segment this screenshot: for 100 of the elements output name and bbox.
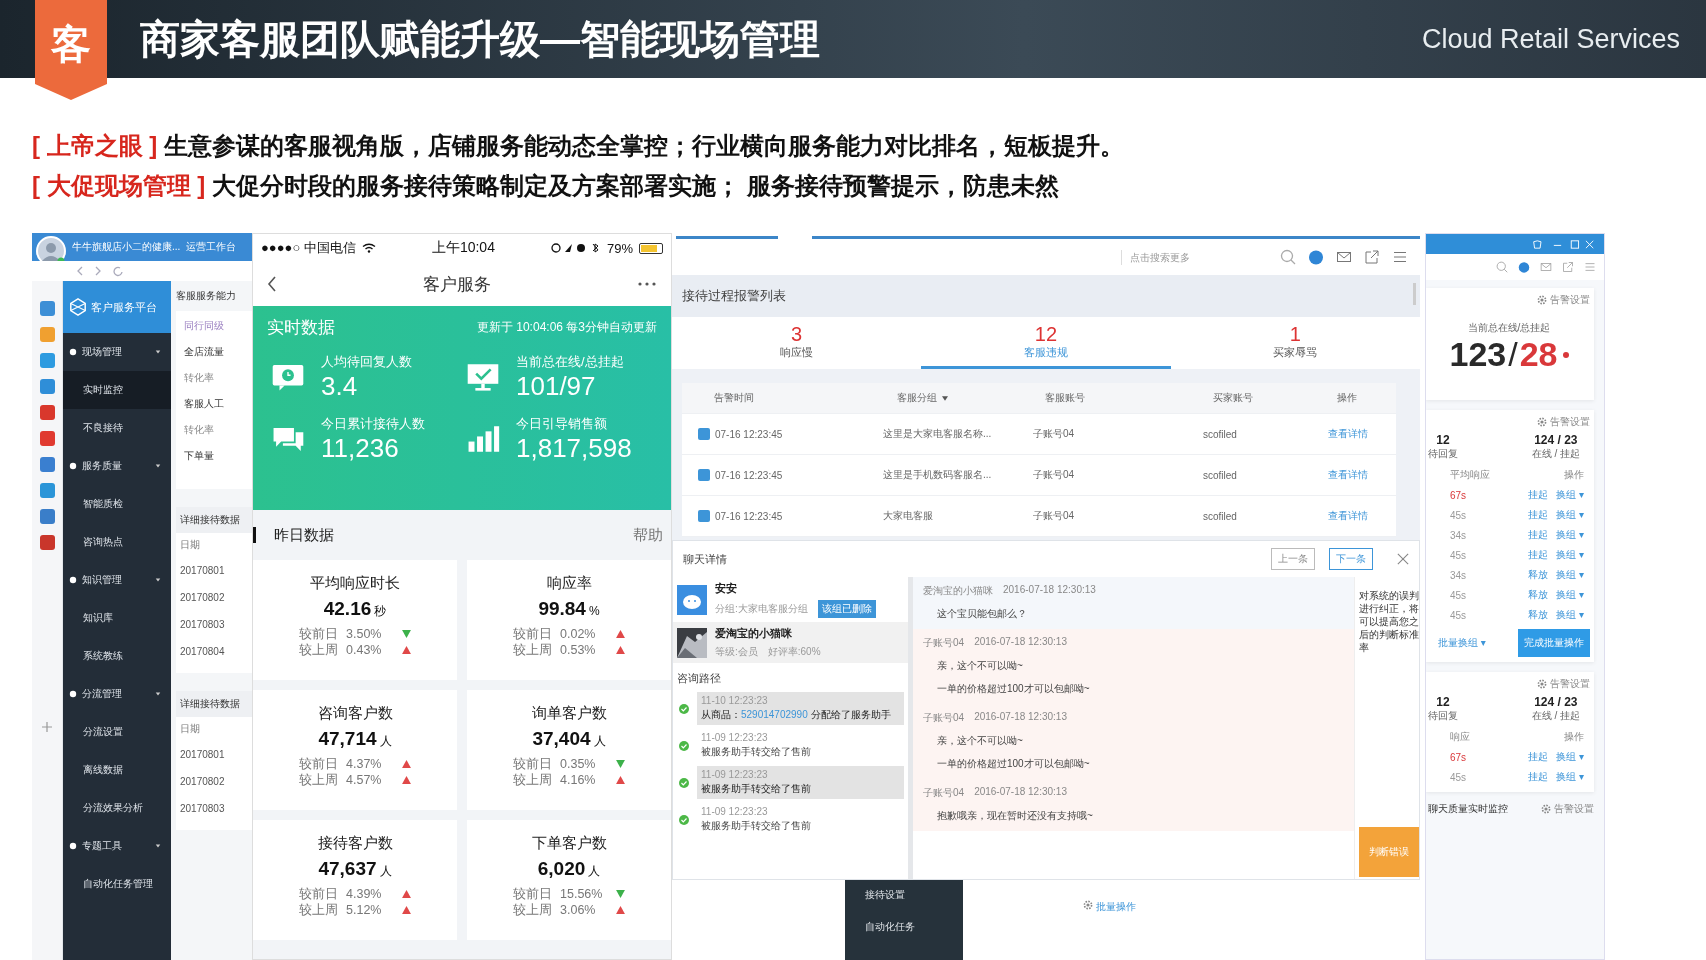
action-link[interactable]: 换组 ▾ — [1556, 750, 1584, 764]
previous-button[interactable]: 上一条 — [1271, 548, 1315, 570]
nav-item[interactable]: 实时监控 — [63, 371, 171, 409]
nav-group[interactable]: 现场管理 — [63, 333, 171, 371]
batch-link[interactable]: 批量操作 — [1096, 900, 1136, 914]
help-link[interactable]: 帮助 — [633, 525, 663, 545]
column-header[interactable]: 客服分组 — [896, 391, 1046, 405]
action-link[interactable]: 换组 ▾ — [1556, 568, 1584, 582]
window-title: 聊天详情 — [683, 551, 727, 567]
action-link[interactable]: 挂起 — [1528, 488, 1549, 502]
menu-item[interactable]: 接待设置 — [865, 888, 963, 902]
nav-group[interactable]: 分流管理 — [63, 675, 171, 713]
nav-item[interactable]: 分流效果分析 — [63, 789, 171, 827]
alert-settings-link[interactable]: 告警设置 — [1554, 802, 1594, 816]
scrollbar[interactable] — [1413, 283, 1416, 305]
metric-label: 转化率 — [184, 371, 215, 385]
app-icon[interactable] — [39, 457, 55, 472]
app-icon[interactable] — [39, 509, 55, 524]
nav-item[interactable]: 咨询热点 — [63, 523, 171, 561]
mail-icon[interactable] — [1336, 249, 1352, 265]
app-icon[interactable] — [39, 379, 55, 394]
alert-settings-link[interactable]: 告警设置 — [1550, 677, 1590, 691]
search-icon[interactable] — [1280, 249, 1296, 265]
external-link-icon[interactable] — [1562, 261, 1574, 273]
finish-button[interactable]: 完成批量操作 — [1518, 629, 1590, 657]
unit-label: 人 — [593, 733, 606, 750]
customer-row[interactable]: 爱淘宝的小猫咪 等级:会员 好评率:60% — [673, 622, 908, 663]
action-link[interactable]: 释放 — [1528, 608, 1549, 622]
path-entry[interactable]: 11-09 12:23:23 被服务助手转交给了售前 — [697, 766, 904, 799]
search-icon[interactable] — [1496, 261, 1508, 273]
settings-icon[interactable] — [1537, 417, 1547, 427]
action-link[interactable]: 释放 — [1528, 588, 1549, 602]
nav-item[interactable]: 系统教练 — [63, 637, 171, 675]
nav-item[interactable]: 分流设置 — [63, 713, 171, 751]
action-link[interactable]: 释放 — [1528, 568, 1549, 582]
settings-icon[interactable] — [1083, 900, 1093, 910]
metric-label: 全店流量 — [184, 345, 225, 359]
app-icon[interactable] — [39, 301, 55, 316]
details-link[interactable]: 查看详情 — [1328, 468, 1368, 482]
window-controls-icon[interactable] — [1530, 238, 1596, 250]
batch-link[interactable]: 批量换组 ▾ — [1428, 636, 1486, 650]
column-header: 告警时间 — [713, 391, 755, 405]
alert-tab[interactable]: 1 买家辱骂 — [1170, 317, 1420, 369]
action-link[interactable]: 换组 ▾ — [1556, 508, 1584, 522]
nav-group[interactable]: 服务质量 — [63, 447, 171, 485]
settings-icon[interactable] — [1537, 295, 1547, 305]
app-icon[interactable] — [39, 535, 55, 550]
action-link[interactable]: 换组 ▾ — [1556, 588, 1584, 602]
app-icon[interactable] — [39, 483, 55, 498]
nav-item[interactable]: 智能质检 — [63, 485, 171, 523]
menu-item[interactable]: 自动化任务 — [865, 920, 963, 934]
alert-tab[interactable]: 3 响应慢 — [672, 317, 922, 369]
details-link[interactable]: 查看详情 — [1328, 427, 1368, 441]
misjudgment-button[interactable]: 判断错误 — [1359, 827, 1419, 877]
path-entry[interactable]: 11-09 12:23:23 被服务助手转交给了售前 — [697, 729, 904, 762]
compare-label: 较上周 — [299, 642, 338, 658]
path-entry[interactable]: 11-09 12:23:23 被服务助手转交给了售前 — [697, 803, 904, 836]
stat-label: 在线 / 挂起 — [1531, 447, 1580, 461]
external-link-icon[interactable] — [1364, 249, 1380, 265]
nav-item[interactable]: 自动化任务管理 — [63, 865, 171, 903]
card-title: 询单客户数 — [531, 704, 607, 723]
nav-item[interactable]: 离线数据 — [63, 751, 171, 789]
action-link[interactable]: 挂起 — [1528, 508, 1549, 522]
alert-settings-link[interactable]: 告警设置 — [1550, 415, 1590, 429]
action-link[interactable]: 挂起 — [1528, 750, 1549, 764]
action-link[interactable]: 换组 ▾ — [1556, 488, 1584, 502]
workspace-tab[interactable]: 运营工作台 — [186, 240, 237, 254]
settings-icon[interactable] — [1541, 804, 1551, 814]
back-icon[interactable] — [267, 275, 277, 293]
app-icon[interactable] — [39, 327, 55, 342]
details-link[interactable]: 查看详情 — [1328, 509, 1368, 523]
nav-group[interactable]: 知识管理 — [63, 561, 171, 599]
table-title: 详细接待数据 — [176, 691, 252, 717]
nav-group[interactable]: 专题工具 — [63, 827, 171, 865]
action-link[interactable]: 换组 ▾ — [1556, 548, 1584, 562]
menu-icon[interactable] — [1392, 249, 1408, 265]
app-icon[interactable] — [39, 353, 55, 368]
more-icon[interactable] — [637, 282, 657, 286]
app-icon[interactable] — [39, 405, 55, 420]
settings-icon[interactable] — [1537, 679, 1547, 689]
action-link[interactable]: 挂起 — [1528, 770, 1549, 784]
alert-settings-link[interactable]: 告警设置 — [1550, 293, 1590, 307]
next-button[interactable]: 下一条 — [1329, 548, 1373, 570]
table-cell-text: 20170801 — [179, 748, 226, 762]
compare-value: 3.50% — [346, 626, 383, 642]
action-link[interactable]: 换组 ▾ — [1556, 770, 1584, 784]
nav-item[interactable]: 不良接待 — [63, 409, 171, 447]
add-icon[interactable] — [41, 721, 53, 733]
action-link[interactable]: 挂起 — [1528, 528, 1549, 542]
action-link[interactable]: 挂起 — [1528, 548, 1549, 562]
nav-item[interactable]: 知识库 — [63, 599, 171, 637]
action-link[interactable]: 换组 ▾ — [1556, 528, 1584, 542]
close-icon[interactable] — [1397, 553, 1409, 565]
app-icon[interactable] — [39, 431, 55, 446]
path-entry[interactable]: 11-10 12:23:23 从商品：529014702990 分配给了服务助手 — [697, 692, 904, 725]
mail-icon[interactable] — [1540, 261, 1552, 273]
menu-icon[interactable] — [1584, 261, 1596, 273]
metric-label: 转化率 — [184, 423, 215, 437]
alert-tab[interactable]: 12 客服违规 — [921, 317, 1171, 369]
action-link[interactable]: 换组 ▾ — [1556, 608, 1584, 622]
